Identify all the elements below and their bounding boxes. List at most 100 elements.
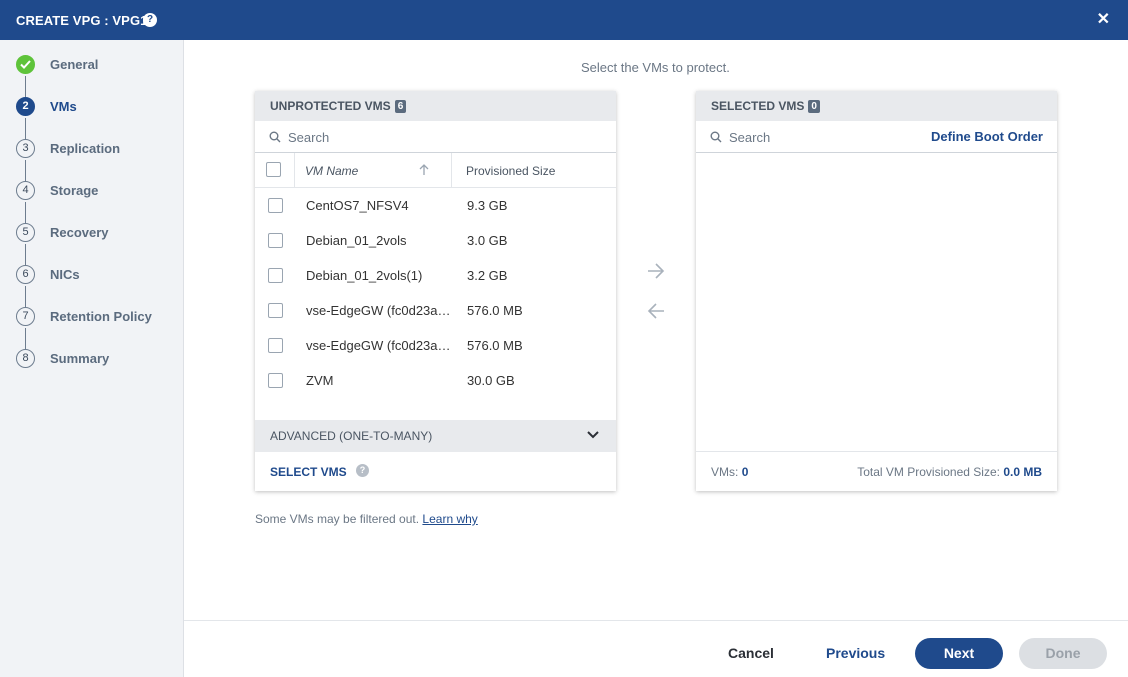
- step-summary[interactable]: 8 Summary: [16, 349, 182, 369]
- row-checkbox[interactable]: [268, 233, 283, 248]
- step-connector: [25, 118, 26, 140]
- count-badge: 0: [808, 100, 820, 113]
- table-row[interactable]: vse-EdgeGW (fc0d23a… 576.0 MB: [255, 293, 616, 328]
- row-checkbox[interactable]: [268, 198, 283, 213]
- row-checkbox[interactable]: [268, 303, 283, 318]
- table-row[interactable]: Debian_01_2vols 3.0 GB: [255, 223, 616, 258]
- define-boot-order-link[interactable]: Define Boot Order: [931, 129, 1043, 144]
- step-label: Recovery: [50, 225, 109, 240]
- step-storage[interactable]: 4 Storage: [16, 181, 182, 201]
- table-row[interactable]: ZVM 30.0 GB: [255, 363, 616, 398]
- previous-button[interactable]: Previous: [826, 645, 885, 661]
- vm-size: 576.0 MB: [467, 303, 523, 318]
- search-row: Define Boot Order: [696, 121, 1057, 153]
- selected-vms-panel: SELECTED VMS0 Define Boot Order VMs: 0 T…: [696, 91, 1057, 491]
- search-row: [255, 121, 616, 153]
- row-checkbox[interactable]: [268, 268, 283, 283]
- arrow-up-icon[interactable]: [419, 164, 429, 176]
- step-number: 2: [16, 97, 35, 116]
- chevron-down-icon: [587, 431, 599, 439]
- column-header-vm-name[interactable]: VM Name: [305, 164, 358, 178]
- panel-header: SELECTED VMS 0: [696, 91, 1057, 121]
- step-number: 6: [16, 265, 35, 284]
- column-divider: [451, 153, 452, 188]
- panel-title: SELECTED VMS 0: [711, 99, 820, 113]
- dialog-title-bar: CREATE VPG : VPG1 ? ✕: [0, 0, 1128, 40]
- step-label: VMs: [50, 99, 77, 114]
- select-all-checkbox[interactable]: [266, 162, 281, 177]
- count-badge: 6: [394, 100, 407, 113]
- vm-size: 3.2 GB: [467, 268, 508, 283]
- step-number: 7: [16, 307, 35, 326]
- step-connector: [25, 160, 26, 182]
- vm-name: CentOS7_NFSV4: [306, 198, 409, 213]
- column-header-provisioned-size[interactable]: Provisioned Size: [466, 164, 555, 178]
- step-connector: [25, 286, 26, 308]
- step-number: 8: [16, 349, 35, 368]
- step-general[interactable]: General: [16, 55, 182, 75]
- column-divider: [294, 153, 295, 188]
- step-replication[interactable]: 3 Replication: [16, 139, 182, 159]
- table-row[interactable]: Debian_01_2vols(1) 3.2 GB: [255, 258, 616, 293]
- step-label: Replication: [50, 141, 121, 156]
- step-number: 4: [16, 181, 35, 200]
- vms-count: VMs: 0: [711, 465, 749, 479]
- table-row[interactable]: vse-EdgeGW (fc0d23a… 576.0 MB: [255, 328, 616, 363]
- advanced-label: ADVANCED (ONE-TO-MANY): [270, 429, 433, 443]
- vm-size: 30.0 GB: [467, 373, 515, 388]
- question-circle-icon[interactable]: ?: [356, 464, 369, 477]
- question-circle-icon[interactable]: ?: [143, 13, 157, 27]
- step-vms[interactable]: 2 VMs: [16, 97, 182, 117]
- vm-size: 3.0 GB: [467, 233, 508, 248]
- vm-name: ZVM: [306, 373, 334, 388]
- row-checkbox[interactable]: [268, 338, 283, 353]
- vm-name: Debian_01_2vols(1): [306, 268, 423, 283]
- row-checkbox[interactable]: [268, 373, 283, 388]
- step-connector: [25, 202, 26, 224]
- next-button[interactable]: Next: [915, 638, 1003, 669]
- dialog-title: CREATE VPG : VPG1: [16, 13, 148, 28]
- filtered-note: Some VMs may be filtered out. Learn why: [255, 512, 478, 526]
- step-retention-policy[interactable]: 7 Retention Policy: [16, 307, 182, 327]
- search-input[interactable]: [729, 127, 929, 147]
- vm-list: CentOS7_NFSV4 9.3 GB Debian_01_2vols 3.0…: [255, 188, 616, 398]
- vm-size: 9.3 GB: [467, 198, 508, 213]
- wizard-sidebar: General 2 VMs 3 Replication 4 Storage 5 …: [0, 40, 184, 677]
- table-row[interactable]: CentOS7_NFSV4 9.3 GB: [255, 188, 616, 223]
- panel-header: UNPROTECTED VMS 6: [255, 91, 616, 121]
- vm-name: Debian_01_2vols: [306, 233, 407, 248]
- arrow-right-icon[interactable]: [647, 263, 665, 279]
- arrow-left-icon[interactable]: [647, 303, 665, 319]
- cancel-button[interactable]: Cancel: [728, 645, 774, 661]
- select-vms-link[interactable]: SELECT VMS: [270, 465, 347, 479]
- step-label: General: [50, 57, 99, 72]
- search-input[interactable]: [288, 127, 488, 147]
- search-icon: [269, 131, 281, 143]
- table-header: VM Name Provisioned Size: [255, 153, 616, 188]
- unprotected-vms-panel: UNPROTECTED VMS6 VM Name Provisioned Siz…: [255, 91, 616, 491]
- vm-name: vse-EdgeGW (fc0d23a…: [306, 303, 451, 318]
- panel-title: UNPROTECTED VMS 6: [270, 99, 407, 113]
- wizard-footer: Cancel Previous Next Done: [184, 620, 1128, 677]
- step-recovery[interactable]: 5 Recovery: [16, 223, 182, 243]
- step-label: Storage: [50, 183, 99, 198]
- step-label: Retention Policy: [50, 309, 152, 324]
- checkmark-icon: [16, 55, 35, 74]
- step-connector: [25, 328, 26, 350]
- learn-why-link[interactable]: Learn why: [422, 512, 477, 526]
- instruction-text: Select the VMs to protect.: [581, 60, 730, 75]
- vm-size: 576.0 MB: [467, 338, 523, 353]
- step-number: 3: [16, 139, 35, 158]
- search-icon: [710, 131, 722, 143]
- selection-summary: VMs: 0 Total VM Provisioned Size: 0.0 MB: [696, 451, 1057, 491]
- step-connector: [25, 244, 26, 266]
- step-connector: [25, 76, 26, 98]
- step-number: 5: [16, 223, 35, 242]
- vm-name: vse-EdgeGW (fc0d23a…: [306, 338, 451, 353]
- total-provisioned-size: Total VM Provisioned Size: 0.0 MB: [857, 465, 1042, 479]
- close-icon[interactable]: ✕: [1097, 11, 1110, 29]
- step-nics[interactable]: 6 NICs: [16, 265, 182, 285]
- done-button[interactable]: Done: [1019, 638, 1107, 669]
- advanced-one-to-many-toggle[interactable]: ADVANCED (ONE-TO-MANY): [255, 420, 616, 452]
- step-label: NICs: [50, 267, 80, 282]
